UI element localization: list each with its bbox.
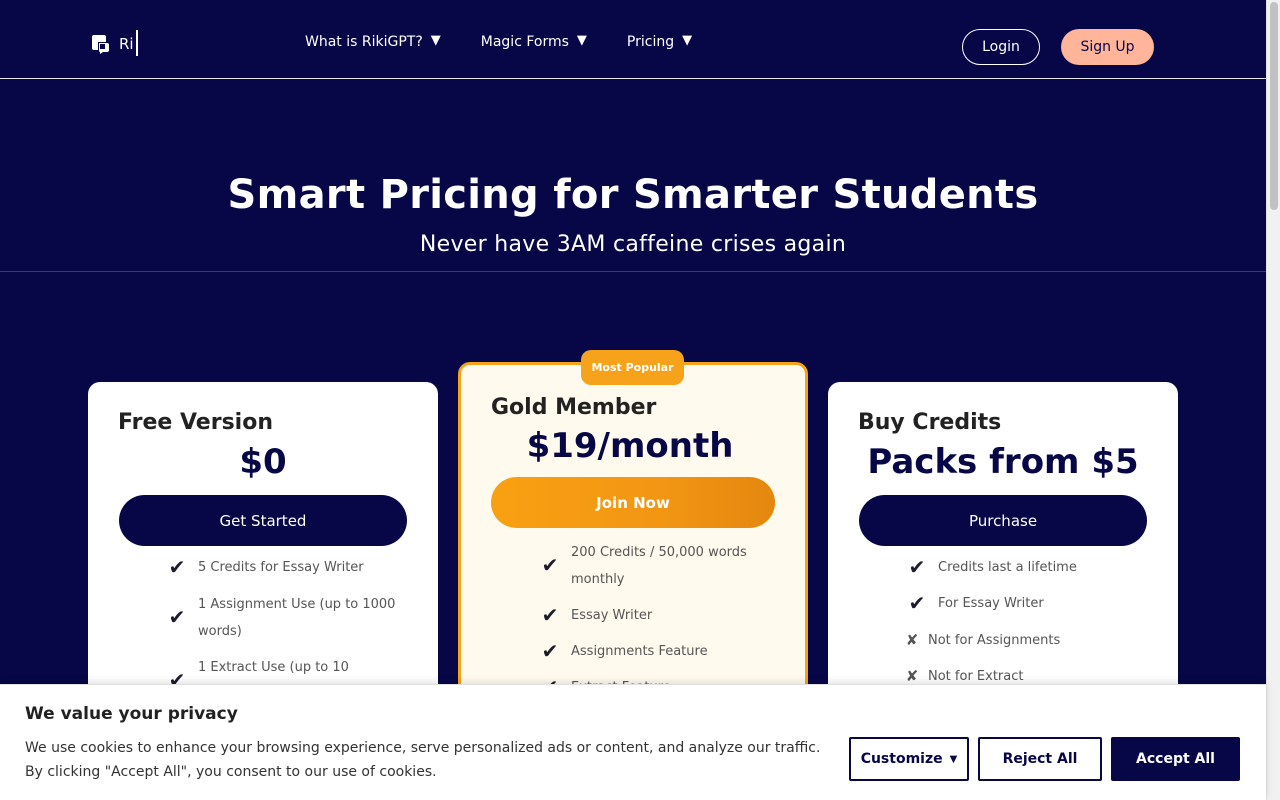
feature-item: ✔ Essay Writer <box>539 602 653 629</box>
caret-down-icon: ▼ <box>949 753 958 765</box>
text-cursor <box>135 30 138 56</box>
plan-name: Gold Member <box>491 395 657 420</box>
check-icon: ✔ <box>541 553 559 577</box>
logo[interactable]: Ri <box>90 30 138 56</box>
scrollbar-thumb[interactable] <box>1270 2 1278 210</box>
caret-down-icon: ▼ <box>682 33 693 48</box>
check-icon: ✔ <box>541 603 559 627</box>
logo-icon <box>90 34 110 54</box>
page-title: Smart Pricing for Smarter Students <box>227 172 1039 218</box>
nav-magic-forms[interactable]: Magic Forms ▼ <box>480 33 587 50</box>
feature-text: For Essay Writer <box>938 596 1044 611</box>
caret-down-icon: ▼ <box>576 33 587 48</box>
feature-item: ✔ For Essay Writer <box>906 590 1044 617</box>
nav-label: Magic Forms <box>480 34 569 50</box>
divider <box>0 271 1266 272</box>
feature-text: Essay Writer <box>571 608 653 623</box>
cookie-description: We use cookies to enhance your browsing … <box>25 740 821 780</box>
nav-pricing[interactable]: Pricing ▼ <box>626 33 693 50</box>
accept-all-button[interactable]: Accept All <box>1111 737 1240 781</box>
logo-text: Ri <box>119 35 134 53</box>
most-popular-badge: Most Popular <box>581 350 684 385</box>
caret-down-icon: ▼ <box>430 33 441 48</box>
signup-button[interactable]: Sign Up <box>1061 29 1154 65</box>
page: Ri What is RikiGPT? ▼ Magic Forms ▼ Pric… <box>0 0 1266 800</box>
main-nav: What is RikiGPT? ▼ Magic Forms ▼ Pricing… <box>305 33 732 50</box>
check-icon: ✔ <box>168 555 186 579</box>
feature-text: 5 Credits for Essay Writer <box>198 560 364 575</box>
feature-item: ✔ 1 Assignment Use (up to 1000 words) <box>166 591 426 645</box>
customize-button[interactable]: Customize ▼ <box>849 737 969 781</box>
reject-all-button[interactable]: Reject All <box>978 737 1102 781</box>
join-now-button[interactable]: Join Now <box>491 477 775 528</box>
page-subtitle: Never have 3AM caffeine crises again <box>419 232 847 257</box>
nav-label: Pricing <box>626 34 675 50</box>
customize-label: Customize <box>860 751 943 767</box>
plan-name: Buy Credits <box>858 410 1002 435</box>
check-icon: ✔ <box>908 591 926 615</box>
feature-text: 1 Assignment Use (up to 1000 words) <box>198 597 396 639</box>
cookie-consent-banner: We value your privacy We use cookies to … <box>0 684 1266 800</box>
feature-text: 1 Extract Use (up to 10 <box>198 660 349 675</box>
get-started-button[interactable]: Get Started <box>119 495 407 546</box>
purchase-button[interactable]: Purchase <box>859 495 1147 546</box>
site-header: Ri What is RikiGPT? ▼ Magic Forms ▼ Pric… <box>0 0 1266 79</box>
feature-item: ✔ 5 Credits for Essay Writer <box>166 554 364 581</box>
nav-label: What is RikiGPT? <box>305 34 423 50</box>
page-scrollbar[interactable] <box>1266 0 1280 800</box>
check-icon: ✔ <box>541 639 559 663</box>
feature-item: ✔ 200 Credits / 50,000 words monthly <box>539 539 779 593</box>
feature-item: ✔ Credits last a lifetime <box>906 554 1077 581</box>
check-icon: ✔ <box>908 555 926 579</box>
plan-name: Free Version <box>118 410 273 435</box>
feature-text: Credits last a lifetime <box>938 560 1077 575</box>
plan-price: $19/month <box>526 426 734 466</box>
feature-item: ✘ Not for Assignments <box>904 627 1061 654</box>
feature-text: 200 Credits / 50,000 words monthly <box>571 545 747 587</box>
check-icon: ✔ <box>168 605 186 629</box>
feature-item: ✔ Assignments Feature <box>539 638 708 665</box>
cross-icon: ✘ <box>905 631 919 649</box>
nav-what-is-rikigpt[interactable]: What is RikiGPT? ▼ <box>305 33 441 50</box>
feature-text: Assignments Feature <box>571 644 708 659</box>
feature-text: Not for Assignments <box>928 633 1061 648</box>
login-button[interactable]: Login <box>962 29 1040 65</box>
cookie-title: We value your privacy <box>25 704 238 724</box>
plan-price: $0 <box>239 442 287 482</box>
plan-price: Packs from $5 <box>867 442 1139 482</box>
